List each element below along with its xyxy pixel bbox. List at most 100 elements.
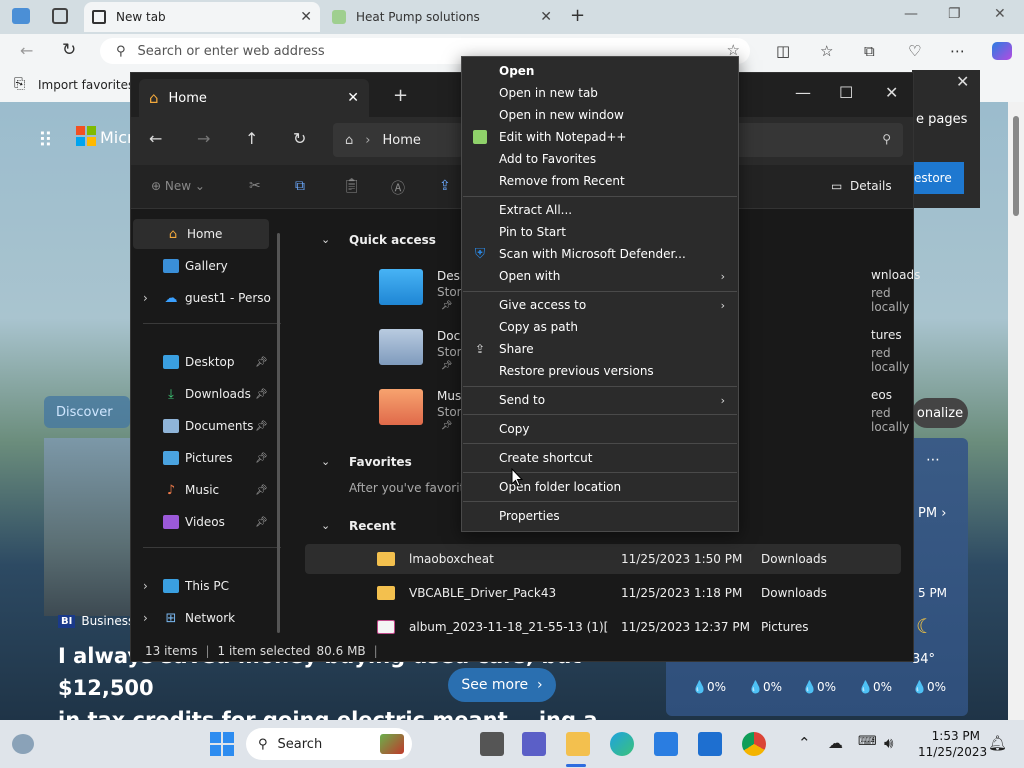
close-icon[interactable]: ✕ <box>956 72 969 91</box>
menu-item-open-folder-location[interactable]: Open folder location <box>463 476 737 498</box>
mail-icon[interactable] <box>698 732 722 756</box>
collections-icon[interactable]: ⧉ <box>864 42 875 60</box>
edge-icon[interactable] <box>610 732 634 756</box>
restore-window-icon[interactable]: ❐ <box>948 6 961 22</box>
sidebar-item-music[interactable]: ♪ Music 📌︎ <box>131 475 281 505</box>
chevron-right-icon[interactable]: › <box>143 291 148 305</box>
chrome-icon[interactable] <box>742 732 766 756</box>
chevron-right-icon[interactable]: › <box>143 579 148 593</box>
menu-item-add-favorites[interactable]: Add to Favorites <box>463 148 737 170</box>
language-icon[interactable]: ⌨ <box>858 734 877 749</box>
refresh-icon[interactable]: ↻ <box>293 129 306 148</box>
paste-icon[interactable]: 📋︎ <box>343 178 361 194</box>
explorer-tab-home[interactable]: ⌂ Home ✕ <box>139 79 369 117</box>
chevron-down-icon[interactable]: ⌄ <box>321 455 330 468</box>
menu-item-copy-path[interactable]: Copy as path <box>463 316 737 338</box>
cut-icon[interactable]: ✂ <box>249 178 261 194</box>
speaker-icon[interactable]: 🔊︎ <box>884 734 893 752</box>
start-windows-icon[interactable] <box>210 732 234 756</box>
workspaces-icon[interactable] <box>12 8 30 24</box>
close-tab-icon[interactable]: ✕ <box>300 9 312 25</box>
more-menu-icon[interactable]: ⋯ <box>950 42 965 60</box>
close-window-icon[interactable]: ✕ <box>994 6 1006 22</box>
breadcrumb-home[interactable]: Home <box>382 133 420 148</box>
menu-item-extract-all[interactable]: Extract All... <box>463 199 737 221</box>
menu-item-scan-defender[interactable]: ⛨ Scan with Microsoft Defender... <box>463 243 737 265</box>
copy-icon[interactable]: ⧉ <box>295 178 305 194</box>
apps-grid-icon[interactable]: ⠿ <box>38 128 53 152</box>
sidebar-item-downloads[interactable]: ⤓ Downloads 📌︎ <box>131 379 281 409</box>
section-header-quick-access[interactable]: Quick access <box>349 233 436 247</box>
close-tab-icon[interactable]: ✕ <box>347 90 359 106</box>
onedrive-cloud-icon[interactable]: ☁ <box>828 734 843 752</box>
quick-access-item-right[interactable]: tures red locally <box>871 328 913 374</box>
more-options-icon[interactable]: ⋯ <box>926 452 940 468</box>
browser-tab-heat-pump[interactable]: Heat Pump solutions ✕ <box>324 2 560 32</box>
forward-arrow-icon[interactable]: → <box>197 129 210 148</box>
sidebar-item-network[interactable]: › ⊞ Network <box>131 603 281 633</box>
import-favorites-link[interactable]: Import favorites <box>38 78 134 92</box>
sidebar-item-documents[interactable]: Documents 📌︎ <box>131 411 281 441</box>
sidebar-item-videos[interactable]: Videos 📌︎ <box>131 507 281 537</box>
refresh-icon[interactable]: ↻ <box>62 40 76 60</box>
browser-essentials-icon[interactable]: ♡ <box>908 42 921 60</box>
rename-icon[interactable]: Ⓐ <box>391 178 405 198</box>
menu-item-give-access[interactable]: Give access to › <box>463 294 737 316</box>
taskbar-search[interactable]: ⚲ Search <box>246 728 412 760</box>
chevron-up-icon[interactable]: ⌃ <box>798 734 811 752</box>
menu-item-open[interactable]: Open <box>463 60 737 82</box>
split-screen-icon[interactable]: ◫ <box>776 42 790 60</box>
sidebar-item-this-pc[interactable]: › This PC <box>131 571 281 601</box>
tab-actions-icon[interactable] <box>52 8 68 24</box>
new-button[interactable]: ⊕ New ⌄ <box>151 179 205 193</box>
minimize-icon[interactable]: — <box>795 83 811 102</box>
favorites-icon[interactable]: ☆ <box>820 42 833 60</box>
restore-button[interactable]: estore <box>912 162 964 194</box>
share-icon[interactable]: ⇪ <box>439 178 451 194</box>
menu-item-properties[interactable]: Properties <box>463 505 737 527</box>
personalize-button[interactable]: onalize <box>912 398 968 428</box>
menu-item-create-shortcut[interactable]: Create shortcut <box>463 447 737 469</box>
navigation-scrollbar[interactable] <box>277 233 280 633</box>
chevron-down-icon[interactable]: ⌄ <box>321 519 330 532</box>
sidebar-item-pictures[interactable]: Pictures 📌︎ <box>131 443 281 473</box>
section-header-recent[interactable]: Recent <box>349 519 396 533</box>
task-view-icon[interactable] <box>480 732 504 756</box>
maximize-icon[interactable]: ☐ <box>839 83 853 102</box>
menu-item-restore-versions[interactable]: Restore previous versions <box>463 360 737 382</box>
back-arrow-icon[interactable]: ← <box>20 41 33 60</box>
taskbar-clock[interactable]: 1:53 PM 11/25/2023 <box>918 728 987 760</box>
back-arrow-icon[interactable]: ← <box>149 129 162 148</box>
file-explorer-icon[interactable] <box>566 732 590 756</box>
minimize-icon[interactable]: — <box>904 6 918 22</box>
news-image[interactable] <box>44 438 130 616</box>
menu-item-share[interactable]: ⇪ Share <box>463 338 737 360</box>
menu-item-pin-start[interactable]: Pin to Start <box>463 221 737 243</box>
store-icon[interactable] <box>654 732 678 756</box>
sidebar-item-onedrive[interactable]: › ☁ guest1 - Persona <box>131 283 281 313</box>
sidebar-item-desktop[interactable]: Desktop 📌︎ <box>131 347 281 377</box>
section-header-favorites[interactable]: Favorites <box>349 455 412 469</box>
menu-item-open-with[interactable]: Open with › <box>463 265 737 287</box>
chevron-down-icon[interactable]: ⌄ <box>321 233 330 246</box>
sidebar-item-gallery[interactable]: Gallery <box>131 251 281 281</box>
table-row[interactable]: album_2023-11-18_21-55-13 (1)[... 11/25/… <box>305 612 901 642</box>
close-tab-icon[interactable]: ✕ <box>540 9 552 25</box>
address-breadcrumb[interactable]: ⌂ › Home <box>333 123 463 157</box>
new-tab-plus-icon[interactable]: + <box>393 85 408 106</box>
notification-bell-icon[interactable]: 🔔︎ <box>988 734 1007 752</box>
table-row[interactable]: VBCABLE_Driver_Pack43 11/25/2023 1:18 PM… <box>305 578 901 608</box>
import-favorites-icon[interactable]: ⎘ <box>14 76 25 92</box>
browser-tab-new-tab[interactable]: New tab ✕ <box>84 2 320 32</box>
page-scrollbar[interactable] <box>1008 102 1024 720</box>
up-arrow-icon[interactable]: ↑ <box>245 129 258 148</box>
widgets-icon[interactable] <box>12 734 34 754</box>
scrollbar-thumb[interactable] <box>1013 116 1019 216</box>
copilot-icon[interactable] <box>992 42 1012 60</box>
close-window-icon[interactable]: ✕ <box>885 83 898 102</box>
menu-item-send-to[interactable]: Send to › <box>463 389 737 411</box>
table-row[interactable]: lmaoboxcheat 11/25/2023 1:50 PM Download… <box>305 544 901 574</box>
discover-tab[interactable]: Discover <box>44 396 130 428</box>
details-button[interactable]: ▭ Details <box>831 179 892 193</box>
menu-item-copy[interactable]: Copy <box>463 418 737 440</box>
